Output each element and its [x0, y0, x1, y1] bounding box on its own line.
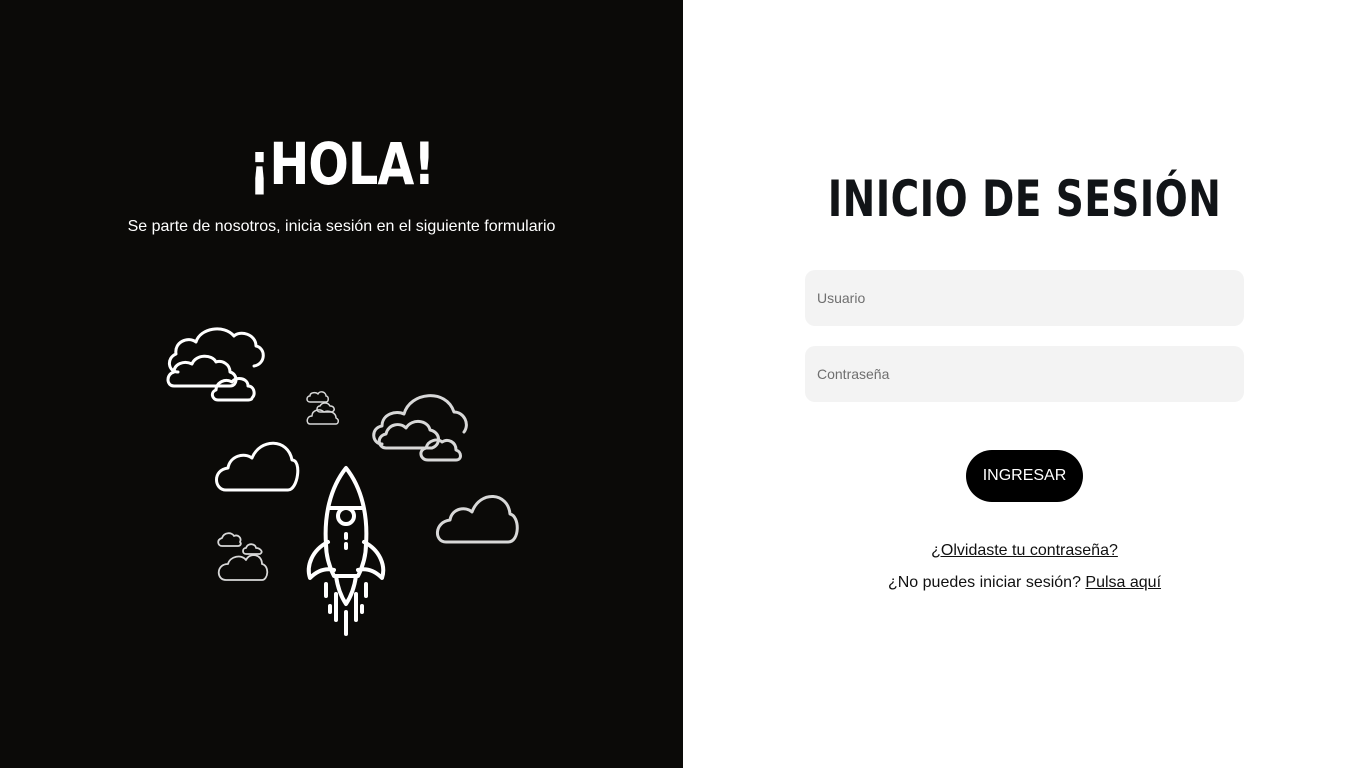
cloud-icon [166, 327, 265, 402]
cloud-icon [306, 391, 340, 425]
login-panel: INICIO DE SESIÓN INGRESAR ¿Olvidaste tu … [683, 0, 1366, 768]
rocket-illustration [166, 327, 519, 636]
login-button[interactable]: INGRESAR [966, 450, 1083, 502]
password-input[interactable] [805, 346, 1244, 402]
username-input[interactable] [805, 270, 1244, 326]
help-row: ¿No puedes iniciar sesión? Pulsa aquí [683, 572, 1366, 594]
welcome-subtitle: Se parte de nosotros, inicia sesión en e… [127, 218, 556, 235]
welcome-panel: ¡HOLA! Se parte de nosotros, inicia sesi… [0, 0, 683, 768]
login-title: INICIO DE SESIÓN [827, 170, 1222, 228]
cloud-icon [436, 495, 519, 544]
forgot-password-link[interactable]: ¿Olvidaste tu contraseña? [931, 542, 1118, 559]
cloud-icon [215, 441, 300, 492]
welcome-title: ¡HOLA! [248, 130, 436, 198]
help-link[interactable]: Pulsa aquí [1085, 574, 1161, 591]
rocket-icon [306, 466, 386, 636]
login-page: ¡HOLA! Se parte de nosotros, inicia sesi… [0, 0, 1366, 768]
help-text: ¿No puedes iniciar sesión? [887, 574, 1086, 591]
cloud-icon [217, 532, 269, 581]
forgot-password-row: ¿Olvidaste tu contraseña? [683, 540, 1366, 562]
cloud-icon [372, 394, 468, 462]
